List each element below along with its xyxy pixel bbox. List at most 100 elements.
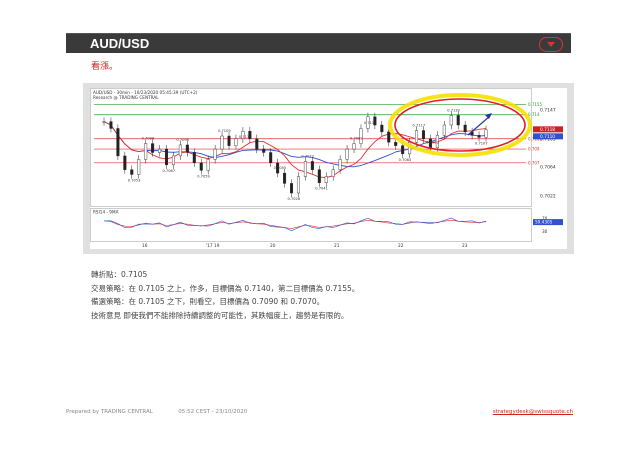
candle-body	[401, 145, 405, 155]
section-title: AUD/USD	[90, 36, 150, 51]
level-label: 0.709	[528, 147, 540, 152]
x-tick-label: 21	[334, 243, 340, 249]
candle-body	[255, 138, 259, 150]
rsi-label: RSI14 - 9MA	[93, 210, 119, 215]
rsi-tick-label: 30	[542, 229, 548, 234]
candle-body	[102, 121, 106, 123]
candle-body	[151, 143, 155, 153]
price-annotation: 0.7041	[315, 187, 328, 191]
candle-body	[380, 124, 384, 133]
chart-source: Research @ TRADING CENTRAL	[93, 95, 159, 100]
candle-body	[262, 148, 266, 153]
candle-body	[310, 161, 314, 170]
candle-body	[234, 138, 238, 146]
analysis-block: 轉折點：0.7105 交易策略：在 0.7105 之上，作多，目標價為 0.71…	[91, 268, 359, 322]
price-annotation: 0.7026	[288, 197, 301, 201]
price-tick-label: 0.7022	[540, 193, 556, 199]
rsi-panel	[90, 208, 532, 242]
price-annotation: 0.7055	[274, 166, 287, 170]
candle-body	[220, 135, 224, 150]
price-annotation: 0.7067	[163, 169, 176, 173]
candle-body	[227, 135, 231, 146]
chart-frame: AUD/USD - 30min - 10/23/2020 05:45:39 (U…	[83, 83, 574, 254]
candle-body	[206, 159, 210, 171]
candle-body	[158, 148, 162, 153]
candle-body	[463, 124, 467, 133]
price-flag-label: 0.7110	[540, 134, 555, 140]
email-link[interactable]: strategydesk@swissquote.ch	[493, 409, 573, 415]
pivot-text: 轉折點：0.7105	[91, 270, 148, 279]
x-tick-label: '17 19	[206, 243, 220, 249]
candle-body	[352, 143, 356, 150]
candle-body	[144, 143, 148, 160]
strategy-text: 交易策略：在 0.7105 之上，作多，目標價為 0.7140，第二目標價為 0…	[91, 283, 360, 293]
footer-info: Prepared by TRADING CENTRAL 05:52 CEST -…	[66, 409, 247, 415]
level-label: 0.707	[528, 160, 540, 165]
price-annotation: 0.7059	[197, 174, 210, 178]
candle-body	[456, 115, 460, 126]
price-tick-label: 0.7147	[540, 107, 556, 113]
x-tick-label: 23	[462, 243, 468, 249]
collapse-toggle-button[interactable]	[539, 37, 563, 52]
candle-body	[130, 169, 134, 175]
candle-body	[137, 159, 141, 175]
candle-body	[442, 124, 446, 136]
price-annotation: 0.7139	[447, 108, 460, 112]
candle-body	[178, 144, 182, 157]
price-annotation: 0.7116	[239, 135, 252, 139]
price-tick-label: 0.7064	[540, 164, 556, 170]
price-annotation: 0.7137	[364, 121, 377, 125]
candle-body	[290, 183, 294, 194]
candle-body	[338, 159, 342, 170]
rsi-flag-label: 59.4305	[535, 220, 553, 225]
prepared-by: Prepared by TRADING CENTRAL	[66, 409, 153, 415]
price-annotation: 0.7107	[475, 141, 488, 145]
candle-body	[449, 115, 453, 126]
candle-body	[199, 162, 203, 171]
price-flag-label: 0.7118	[540, 127, 555, 133]
section-header: AUD/USD	[66, 33, 571, 53]
candle-body	[394, 142, 398, 146]
candle-body	[213, 148, 217, 160]
candle-body	[296, 176, 300, 194]
candle-body	[123, 155, 127, 170]
price-annotation: 0.7072	[301, 154, 314, 158]
candle-body	[415, 130, 419, 143]
comment-text: 技術意見 即使我們不能排除持續調整的可能性，其跌幅度上，趨勢是有限的。	[91, 310, 349, 320]
candle-body	[165, 148, 169, 166]
candle-body	[185, 144, 189, 153]
candle-body	[324, 176, 328, 183]
price-annotation: 0.7098	[142, 137, 155, 141]
candle-body	[303, 161, 307, 177]
price-annotation: 0.7092	[426, 141, 439, 145]
price-panel	[90, 88, 532, 207]
candle-body	[317, 169, 321, 183]
price-chart: AUD/USD - 30min - 10/23/2020 05:45:39 (U…	[90, 88, 563, 249]
candle-body	[484, 129, 488, 138]
x-tick-label: 20	[270, 243, 276, 249]
candle-body	[387, 131, 391, 143]
price-annotation: 0.7096	[176, 138, 189, 142]
report-timestamp: 05:52 CEST - 23/10/2020	[178, 409, 248, 415]
x-tick-label: 16	[142, 243, 148, 249]
view-label: 看漲。	[91, 62, 119, 72]
candle-body	[345, 148, 349, 160]
price-annotation: 0.7109	[218, 129, 231, 133]
chart-panel: AUD/USD - 30min - 10/23/2020 05:45:39 (U…	[90, 88, 567, 249]
candle-body	[331, 169, 335, 177]
alternative-text: 備選策略：在 0.7105 之下，則看空，目標價為 0.7090 和 0.707…	[91, 297, 325, 306]
candle-body	[109, 121, 113, 129]
level-label: 0.7155	[528, 102, 542, 107]
candle-body	[269, 152, 273, 164]
candle-body	[421, 130, 425, 139]
level-label: 0.714	[528, 112, 540, 117]
price-annotation: 0.7117	[413, 124, 426, 128]
candle-body	[283, 172, 287, 184]
candle-body	[477, 135, 481, 138]
candle-body	[116, 128, 120, 157]
price-annotation: 0.7083	[399, 158, 412, 162]
candle-body	[192, 152, 196, 164]
chevron-down-icon	[547, 42, 555, 47]
x-tick-label: 22	[398, 243, 404, 249]
candle-body	[171, 155, 175, 166]
